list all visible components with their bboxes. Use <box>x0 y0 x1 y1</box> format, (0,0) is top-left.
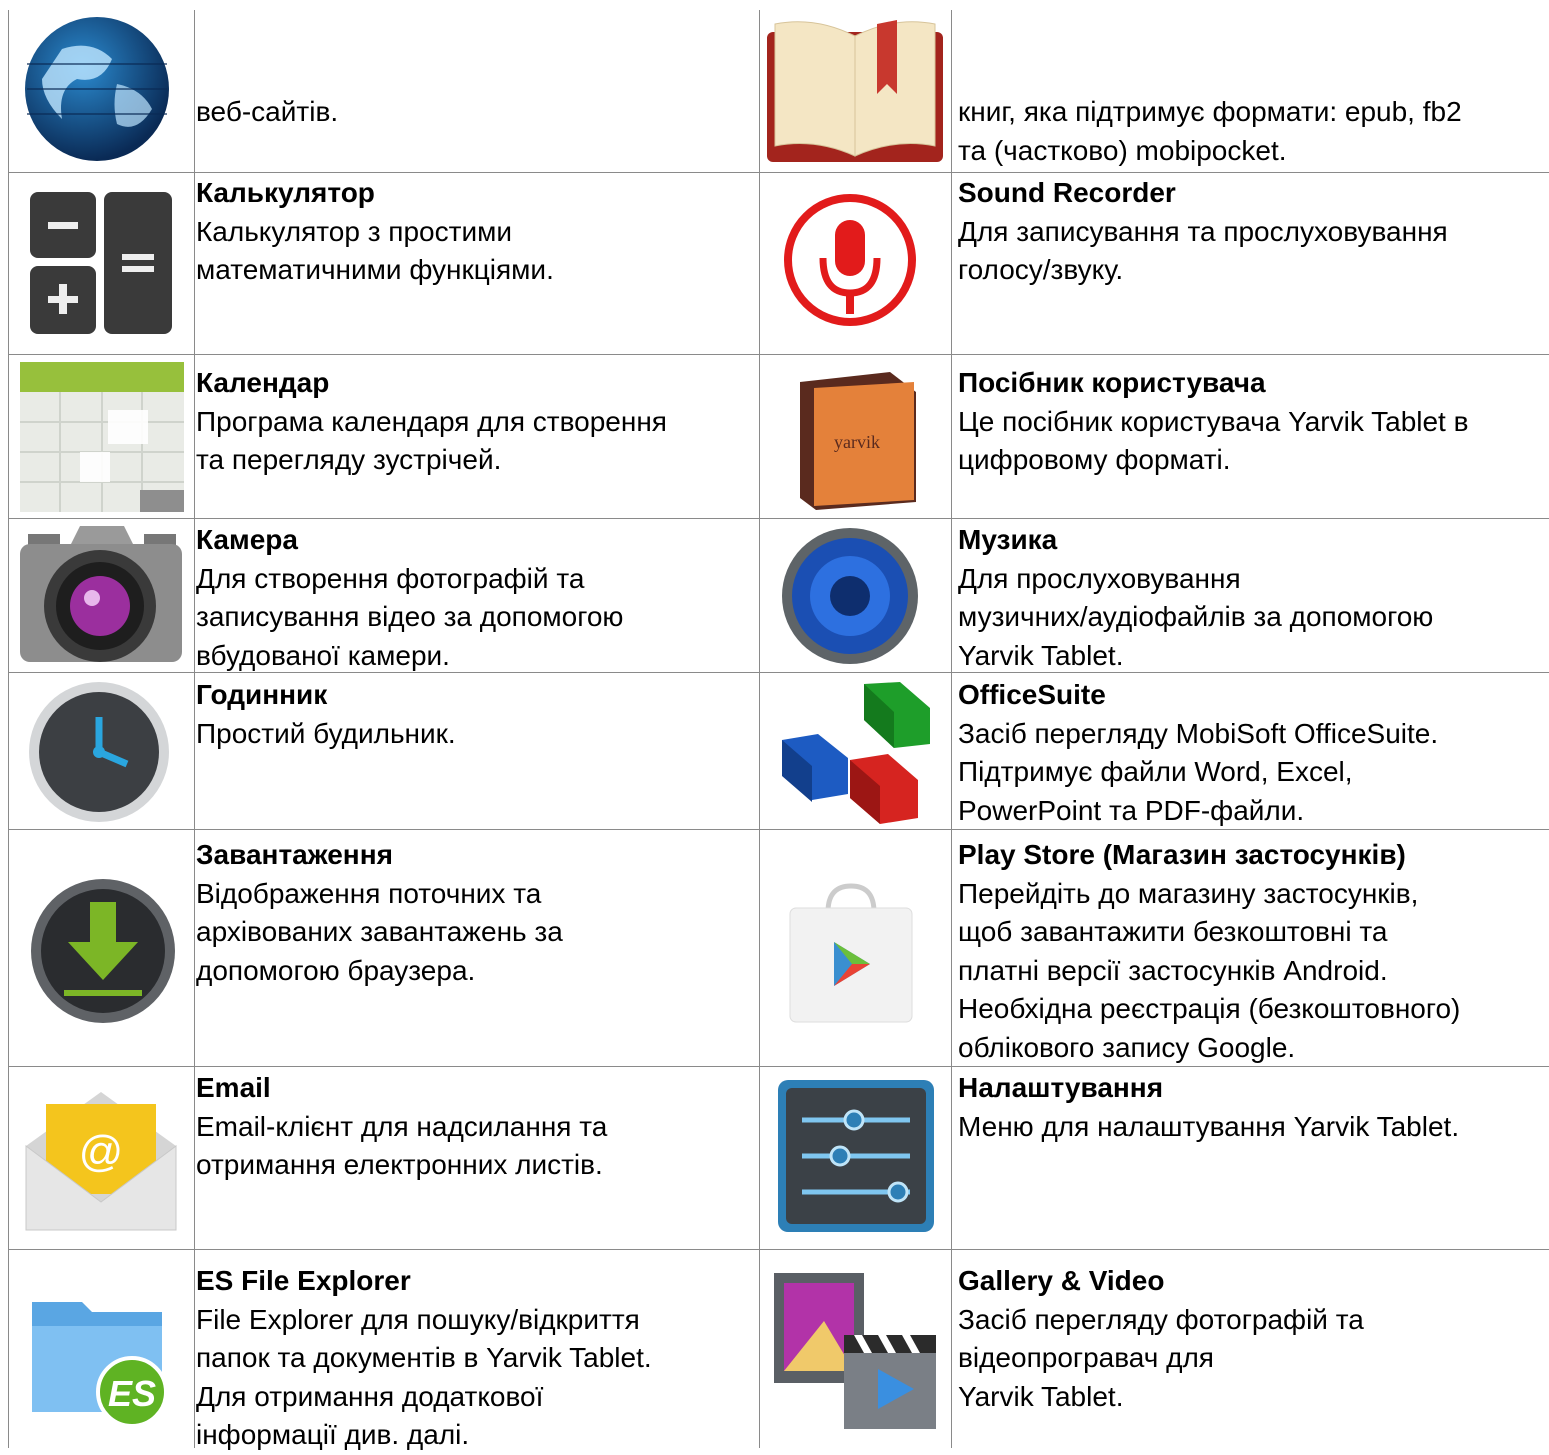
app-entry-settings: Налаштування Меню для налаштування Yarvi… <box>958 1069 1459 1146</box>
column-divider <box>759 10 760 1448</box>
app-entry-email: Email Email-клієнт для надсилання та отр… <box>196 1069 607 1185</box>
app-title: Play Store (Магазин застосунків) <box>958 839 1406 870</box>
app-title: Календар <box>196 367 330 398</box>
app-title: Музика <box>958 524 1058 555</box>
app-title: Налаштування <box>958 1072 1164 1103</box>
es-file-explorer-folder-icon: ES <box>32 1282 172 1427</box>
officesuite-cubes-icon <box>778 678 938 828</box>
download-icon <box>30 878 176 1024</box>
app-entry-music: Музика Для прослуховування музичних/ауді… <box>958 521 1433 675</box>
column-divider <box>951 10 952 1448</box>
app-entry-downloads: Завантаження Відображення поточних та ар… <box>196 836 563 990</box>
app-entry-browser: веб-сайтів. <box>196 96 339 127</box>
music-speaker-icon <box>780 526 920 666</box>
svg-text:ES: ES <box>108 1373 156 1414</box>
row-divider <box>8 172 1549 173</box>
app-entry-es-file-explorer: ES File Explorer File Explorer для пошук… <box>196 1262 652 1455</box>
row-divider <box>8 354 1549 355</box>
svg-text:yarvik: yarvik <box>834 432 880 452</box>
calendar-icon <box>20 362 184 512</box>
svg-text:@: @ <box>79 1127 124 1176</box>
app-title: Калькулятор <box>196 177 375 208</box>
column-divider <box>194 10 195 1448</box>
app-title: Годинник <box>196 679 328 710</box>
app-title: Завантаження <box>196 839 393 870</box>
app-title: Камера <box>196 524 298 555</box>
app-entry-ebook: книг, яка підтримує формати: epub, fb2 т… <box>958 96 1462 166</box>
settings-sliders-icon <box>778 1080 934 1232</box>
ebook-reader-icon <box>765 14 945 164</box>
play-store-bag-icon <box>786 882 916 1024</box>
microphone-icon <box>780 190 920 330</box>
app-title: Email <box>196 1072 271 1103</box>
app-entry-gallery-video: Gallery & Video Засіб перегляду фотограф… <box>958 1262 1364 1416</box>
browser-globe-icon <box>22 14 172 164</box>
row-divider <box>8 1249 1549 1250</box>
app-entry-sound-recorder: Sound Recorder Для записування та прослу… <box>958 174 1448 290</box>
app-entry-play-store: Play Store (Магазин застосунків) Перейді… <box>958 836 1460 1067</box>
app-title: Sound Recorder <box>958 177 1176 208</box>
app-entry-user-manual: Посібник користувача Це посібник користу… <box>958 364 1469 480</box>
email-envelope-icon: @ <box>22 1088 180 1232</box>
app-entry-officesuite: OfficeSuite Засіб перегляду MobiSoft Off… <box>958 676 1438 830</box>
app-title: OfficeSuite <box>958 679 1106 710</box>
app-entry-clock: Годинник Простий будильник. <box>196 676 456 753</box>
app-title: ES File Explorer <box>196 1265 411 1296</box>
app-entry-calendar: Календар Програма календаря для створенн… <box>196 364 667 480</box>
app-entry-camera: Камера Для створення фотографій та запис… <box>196 521 623 675</box>
camera-icon <box>20 522 182 667</box>
app-entry-calculator: Калькулятор Калькулятор з простими матем… <box>196 174 554 290</box>
gallery-video-icon <box>774 1273 940 1433</box>
table-border-left <box>8 10 9 1448</box>
app-title: Gallery & Video <box>958 1265 1165 1296</box>
user-manual-book-icon: yarvik <box>790 362 920 512</box>
calculator-icon <box>30 192 172 334</box>
clock-icon <box>24 680 174 825</box>
row-divider <box>8 518 1549 519</box>
app-title: Посібник користувача <box>958 367 1266 398</box>
